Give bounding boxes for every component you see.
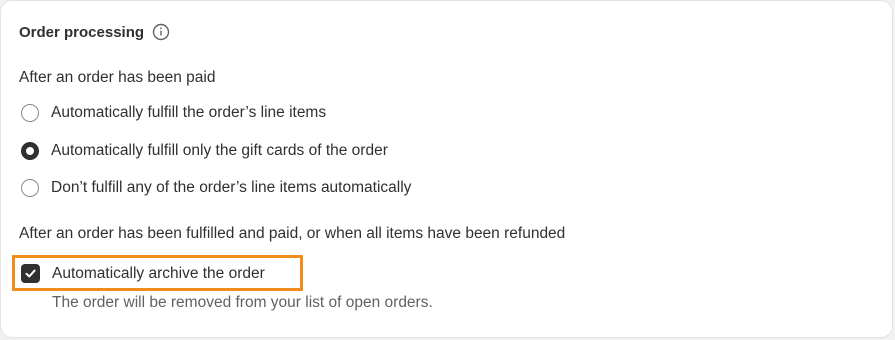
radio-option-label: Automatically fulfill the order’s line i… bbox=[51, 104, 327, 121]
checkmark-icon bbox=[25, 269, 36, 278]
radio-button[interactable] bbox=[21, 179, 39, 197]
radio-button[interactable] bbox=[21, 104, 39, 122]
radio-option-no-fulfill[interactable]: Don’t fulfill any of the order’s line it… bbox=[21, 179, 411, 197]
order-processing-card: Order processing After an order has been… bbox=[0, 0, 893, 338]
paid-group-label: After an order has been paid bbox=[19, 69, 216, 86]
info-icon[interactable] bbox=[152, 23, 170, 41]
radio-option-label: Automatically fulfill only the gift card… bbox=[51, 142, 388, 159]
radio-button-selected[interactable] bbox=[21, 142, 39, 160]
archive-group-label: After an order has been fulfilled and pa… bbox=[19, 225, 566, 242]
radio-option-fulfill-all[interactable]: Automatically fulfill the order’s line i… bbox=[21, 104, 326, 122]
section-title: Order processing bbox=[19, 23, 145, 41]
archive-help-text: The order will be removed from your list… bbox=[52, 294, 433, 311]
archive-checkbox[interactable] bbox=[21, 264, 40, 283]
section-header: Order processing bbox=[19, 23, 170, 41]
radio-option-fulfill-gift-cards[interactable]: Automatically fulfill only the gift card… bbox=[21, 142, 388, 160]
archive-checkbox-row[interactable]: Automatically archive the order bbox=[21, 264, 265, 283]
archive-checkbox-label: Automatically archive the order bbox=[52, 264, 265, 282]
radio-option-label: Don’t fulfill any of the order’s line it… bbox=[51, 179, 412, 196]
